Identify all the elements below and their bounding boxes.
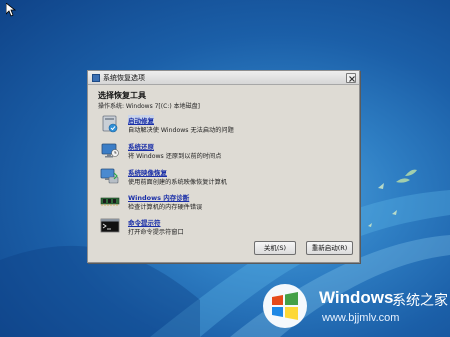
tool-desc-system-restore: 将 Windows 还原到以前的时间点	[128, 153, 222, 160]
tool-system-image-recovery: 系统映像恢复 使用前面创建的系统映像恢复计算机	[100, 167, 350, 187]
system-image-recovery-icon	[100, 168, 119, 184]
shutdown-button[interactable]: 关机(S)	[254, 241, 296, 255]
memory-diagnostic-icon	[100, 197, 120, 206]
startup-repair-icon	[102, 115, 118, 133]
dialog-title: 系统恢复选项	[103, 74, 145, 82]
window-icon	[92, 74, 100, 82]
tool-link-startup-repair[interactable]: 启动修复	[128, 115, 154, 125]
system-restore-icon	[101, 143, 119, 158]
close-icon	[349, 76, 355, 82]
dialog-heading: 选择恢复工具	[98, 91, 146, 100]
tool-link-system-restore[interactable]: 系统还原	[128, 141, 154, 151]
close-button[interactable]	[346, 73, 356, 83]
dialog-titlebar[interactable]: 系统恢复选项	[88, 71, 359, 85]
restart-button[interactable]: 重新启动(R)	[306, 241, 353, 255]
tool-link-system-image-recovery[interactable]: 系统映像恢复	[128, 167, 167, 177]
tool-desc-command-prompt: 打开命令提示符窗口	[128, 229, 184, 236]
plant-decoration	[396, 169, 417, 183]
mouse-cursor-icon	[6, 3, 16, 17]
tool-desc-startup-repair: 自动解决使 Windows 无法启动的问题	[128, 127, 234, 134]
os-info: 操作系统: Windows 7[(C:) 本地磁盘]	[98, 103, 200, 110]
watermark: Windows 系统之家 www.bjjmlv.com	[262, 283, 448, 331]
tool-link-memory-diagnostic[interactable]: Windows 内存诊断	[128, 192, 189, 202]
watermark-brand-cn: 系统之家	[392, 293, 448, 309]
tool-command-prompt: 命令提示符 打开命令提示符窗口	[100, 217, 350, 237]
watermark-brand-name: Windows	[319, 288, 394, 307]
command-prompt-icon	[100, 218, 120, 233]
system-recovery-dialog: 系统恢复选项 选择恢复工具 操作系统: Windows 7[(C:) 本地磁盘]…	[87, 70, 360, 263]
tool-startup-repair: 启动修复 自动解决使 Windows 无法启动的问题	[100, 115, 350, 135]
tool-link-command-prompt[interactable]: 命令提示符	[128, 217, 161, 227]
tool-desc-memory-diagnostic: 检查计算机的内存硬件错误	[128, 204, 203, 211]
tool-system-restore: 系统还原 将 Windows 还原到以前的时间点	[100, 141, 350, 161]
windows-logo-icon	[263, 284, 307, 328]
tool-memory-diagnostic: Windows 内存诊断 检查计算机的内存硬件错误	[100, 192, 350, 212]
tool-desc-system-image-recovery: 使用前面创建的系统映像恢复计算机	[128, 179, 227, 186]
watermark-url: www.bjjmlv.com	[322, 312, 400, 324]
